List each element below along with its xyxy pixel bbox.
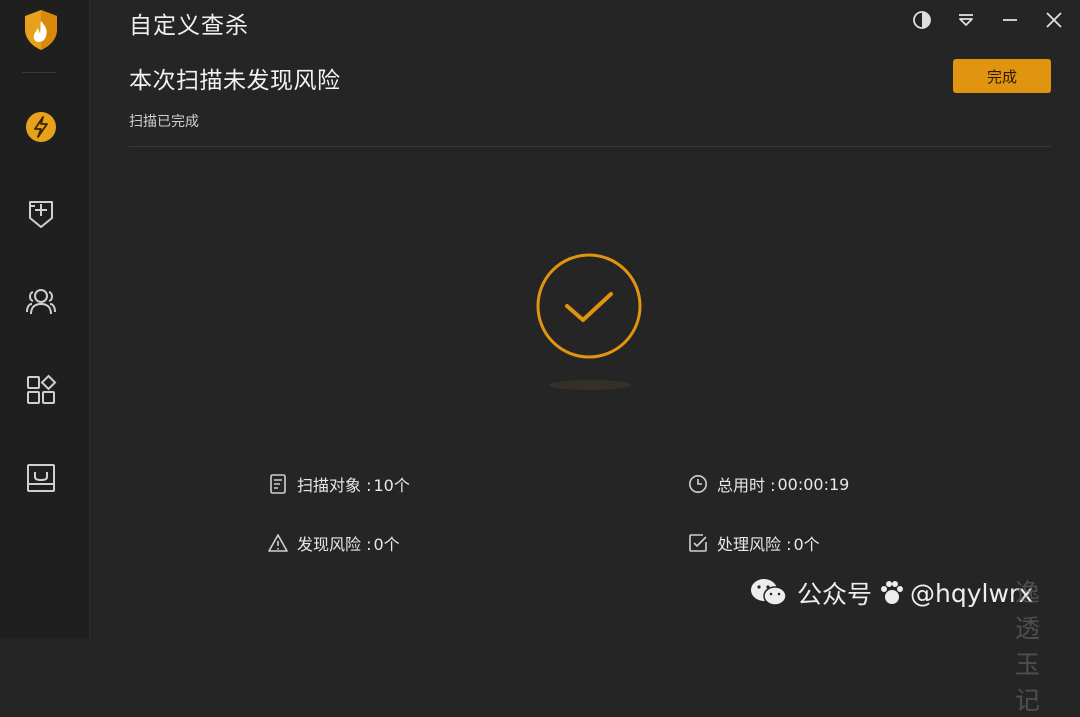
stat-scan-objects: 扫描对象 : 10个	[267, 472, 410, 496]
apps-icon	[27, 374, 57, 404]
stat-found-risks: 发现风险 : 0个	[267, 531, 400, 555]
sidebar-divider	[22, 72, 56, 73]
watermark: 公众号 逸透玉记 @hqylwrx	[749, 575, 1040, 715]
clock-icon	[687, 473, 709, 495]
sidebar-item-scan[interactable]	[20, 106, 62, 148]
success-check-icon	[536, 253, 642, 359]
minimize-button[interactable]	[997, 8, 1023, 32]
dropdown-menu-icon	[959, 14, 973, 26]
stat-label: 扫描对象 :	[297, 476, 372, 495]
sidebar-item-protection[interactable]	[20, 193, 62, 235]
stat-label: 处理风险 :	[717, 535, 792, 554]
watermark-faded-text: 逸透玉记	[1015, 578, 1041, 715]
contrast-icon	[913, 11, 931, 29]
stat-value: 10个	[373, 476, 410, 495]
sidebar	[0, 0, 90, 638]
wechat-icon	[751, 579, 787, 606]
minimize-icon	[1003, 19, 1017, 21]
stat-total-time: 总用时 : 00:00:19	[687, 472, 849, 496]
sidebar-item-box[interactable]	[20, 457, 62, 499]
check-shadow	[549, 380, 631, 390]
window-title: 自定义查杀	[129, 13, 249, 39]
close-button[interactable]	[1041, 8, 1067, 32]
stat-label: 发现风险 :	[297, 535, 372, 554]
app-logo-shield-flame-icon	[25, 10, 57, 50]
stat-value: 0个	[373, 535, 400, 554]
divider	[129, 146, 1051, 147]
inbox-icon	[27, 464, 55, 492]
stat-handled-risks: 处理风险 : 0个	[687, 531, 820, 555]
scan-status: 扫描已完成	[129, 114, 199, 130]
shield-plus-icon	[29, 201, 53, 228]
watermark-account-label: 公众号	[797, 580, 873, 609]
sidebar-item-users[interactable]	[20, 281, 62, 323]
main-panel: 自定义查杀 本次扫描未发现风险 完成 扫描已完成 扫描对象: 10个 总用时 …	[89, 0, 1080, 715]
stat-value: 00:00:19	[777, 474, 850, 494]
warning-icon	[267, 532, 289, 554]
paw-icon	[881, 581, 904, 604]
document-icon	[267, 473, 289, 495]
sidebar-item-tools[interactable]	[20, 369, 62, 411]
users-icon	[26, 289, 56, 315]
stat-label: 总用时 :	[717, 476, 776, 495]
done-button[interactable]: 完成	[953, 59, 1051, 93]
result-headline: 本次扫描未发现风险	[129, 68, 341, 94]
stat-value: 0个	[793, 535, 820, 554]
menu-button[interactable]	[953, 8, 979, 32]
theme-toggle-button[interactable]	[909, 8, 935, 32]
close-icon	[1046, 12, 1062, 28]
checkbox-icon	[687, 532, 709, 554]
lightning-icon	[26, 112, 56, 142]
